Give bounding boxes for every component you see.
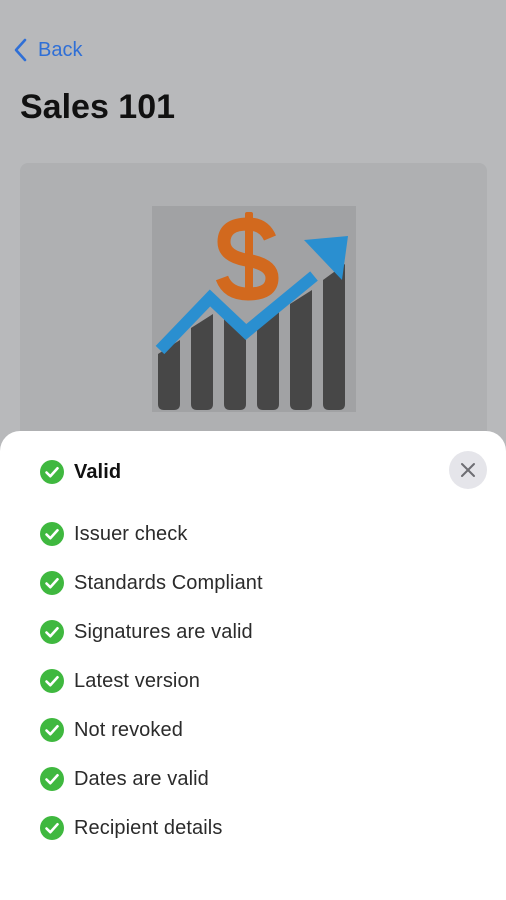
chevron-left-icon	[14, 38, 27, 62]
check-label: Standards Compliant	[74, 571, 263, 594]
check-circle-icon	[40, 620, 64, 644]
check-circle-icon	[40, 767, 64, 791]
check-item: Signatures are valid	[40, 620, 253, 644]
check-label: Latest version	[74, 669, 200, 692]
page-title: Sales 101	[20, 88, 176, 126]
status-label: Valid	[74, 460, 122, 483]
check-item: Standards Compliant	[40, 571, 263, 595]
check-circle-icon	[40, 718, 64, 742]
check-circle-icon	[40, 571, 64, 595]
close-icon	[461, 463, 475, 477]
check-item: Dates are valid	[40, 767, 209, 791]
sales-growth-logo-icon	[155, 212, 348, 410]
check-label: Signatures are valid	[74, 620, 253, 643]
status-row: Valid	[40, 460, 121, 484]
top-bar: Back Sales 101	[0, 0, 506, 160]
check-item: Recipient details	[40, 816, 222, 840]
check-item: Not revoked	[40, 718, 183, 742]
course-logo	[152, 206, 356, 412]
check-circle-icon	[40, 669, 64, 693]
verification-sheet: Valid Issuer check Standards Compliant S…	[0, 431, 506, 900]
back-button[interactable]: Back	[14, 37, 82, 63]
check-label: Dates are valid	[74, 767, 209, 790]
check-circle-icon	[40, 816, 64, 840]
check-circle-icon	[40, 460, 64, 484]
back-label: Back	[38, 38, 83, 61]
check-label: Recipient details	[74, 816, 223, 839]
check-circle-icon	[40, 522, 64, 546]
check-item: Issuer check	[40, 522, 187, 546]
check-item: Latest version	[40, 669, 200, 693]
check-label: Issuer check	[74, 522, 188, 545]
check-label: Not revoked	[74, 718, 183, 741]
close-button[interactable]	[449, 451, 487, 489]
